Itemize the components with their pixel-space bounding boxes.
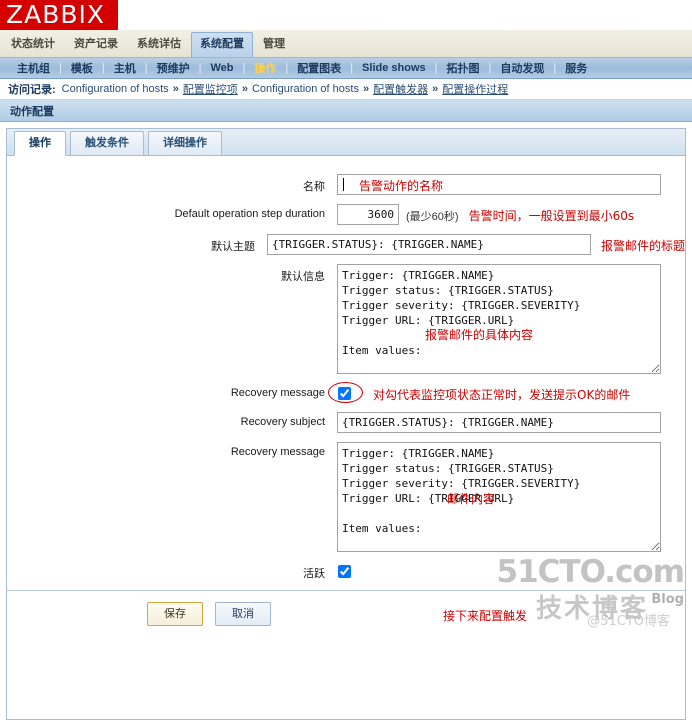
main-menu-item-3[interactable]: 系统配置 [191,32,253,57]
recovery-message-checkbox[interactable] [338,387,351,400]
sub-menu-separator: | [434,62,438,74]
action-config-card: 操作 触发条件 详细操作 名称 告警动作的名称 Default operation … [6,128,686,720]
note-duration: 告警时间，一般设置到最小60s [468,209,635,223]
sub-menu-item-9[interactable]: 自动发现 [491,60,553,76]
note-recovery-toggle: 对勾代表监控项状态正常时，发送提示OK的邮件 [373,388,631,402]
tab-0[interactable]: 操作 [14,131,66,156]
sub-menu-item-2[interactable]: 主机 [105,60,145,76]
breadcrumb-separator: » [432,83,439,95]
sub-menu-item-0[interactable]: 主机组 [8,60,59,76]
form-row-default-subject: 默认主题 报警邮件的标题 [7,234,685,255]
breadcrumb: 访问记录: Configuration of hosts» 配置监控项» Confi… [0,79,692,100]
sub-menu-separator: | [101,62,105,74]
sub-menu-item-1[interactable]: 模板 [62,60,102,76]
form-row-duration: Default operation step duration (最少60秒) … [7,204,685,225]
label-default-subject: 默认主题 [210,241,255,253]
sub-menu-item-8[interactable]: 拓扑图 [437,60,488,76]
text-cursor [343,178,344,191]
form-row-recovery-message: Recovery message 邮件内容 [7,442,685,552]
main-menu-item-2[interactable]: 系统详估 [128,32,190,57]
tab-bar: 操作 触发条件 详细操作 [7,129,685,156]
sub-menu-separator: | [285,62,289,74]
form-row-name: 名称 告警动作的名称 [7,174,685,195]
logo-text: ZABBIX [6,0,106,29]
recovery-subject-input[interactable] [337,412,661,433]
enabled-checkbox[interactable] [338,565,351,578]
form-row-enabled: 活跃 [7,561,685,581]
tab-1[interactable]: 触发条件 [70,131,144,155]
sub-menu-separator: | [198,62,202,74]
form-row-default-message: 默认信息 报警邮件的具体内容 [7,264,685,374]
note-buttons: 接下来配置触发 [443,609,528,623]
breadcrumb-link-4[interactable]: 配置操作过程 [442,81,508,97]
label-duration: Default operation step duration [174,208,325,220]
main-menu-item-0[interactable]: 状态统计 [2,32,64,57]
sub-menu-separator: | [144,62,148,74]
sub-menu-bar: 主机组 | 模板 | 主机 | 预维护 | Web | 操作 | 配置图表 | Slide shows | 拓扑… [0,58,692,79]
main-menu-item-1[interactable]: 资产记录 [65,32,127,57]
recovery-message-textarea[interactable] [337,442,661,552]
duration-hint: (最少60秒) [406,211,459,223]
sub-menu-separator: | [59,62,62,74]
label-enabled: 活跃 [303,568,325,580]
breadcrumb-separator: » [362,83,370,95]
breadcrumb-link-3[interactable]: 配置触发器 [373,81,428,97]
page-title: 动作配置 [0,100,692,122]
action-form: 名称 告警动作的名称 Default operation step durati… [7,156,685,626]
breadcrumb-label: 访问记录: [8,84,56,96]
label-name: 名称 [303,181,325,193]
sub-menu-item-5[interactable]: 操作 [245,60,285,76]
default-message-textarea[interactable] [337,264,661,374]
form-row-recovery-toggle: Recovery message 对勾代表监控项状态正常时，发送提示OK的邮件 [7,382,685,403]
duration-input[interactable] [337,204,399,225]
sub-menu-separator: | [488,62,492,74]
breadcrumb-separator: » [241,83,248,95]
logo-bar: ZABBIX [0,0,692,30]
zabbix-logo[interactable]: ZABBIX [0,0,118,30]
label-recovery-subject: Recovery subject [240,416,325,428]
sub-menu-item-7[interactable]: Slide shows [353,62,435,74]
sub-menu-item-10[interactable]: 服务 [556,60,596,76]
breadcrumb-separator: » [172,83,179,95]
default-subject-input[interactable] [266,234,591,255]
sub-menu-item-6[interactable]: 配置图表 [288,60,350,76]
form-row-recovery-subject: Recovery subject [7,412,685,433]
cancel-button[interactable]: 取消 [215,602,271,626]
sub-menu-item-3[interactable]: 预维护 [148,60,199,76]
main-menu-item-4[interactable]: 管理 [254,32,294,57]
label-default-message: 默认信息 [281,271,325,283]
label-recovery-message: Recovery message [230,446,325,458]
main-menu-bar: 状态统计 资产记录 系统详估 系统配置 管理 [0,30,692,58]
sub-menu-item-4[interactable]: Web [201,62,242,74]
breadcrumb-link-1[interactable]: 配置监控项 [183,81,238,97]
breadcrumb-link-0[interactable]: Configuration of hosts [62,83,169,95]
sub-menu-separator: | [553,62,557,74]
label-recovery-toggle: Recovery message [230,387,325,399]
note-default-subject: 报警邮件的标题 [600,239,685,253]
tab-2[interactable]: 详细操作 [148,131,222,155]
breadcrumb-link-2[interactable]: Configuration of hosts [252,83,359,95]
sub-menu-separator: | [242,62,246,74]
save-button[interactable]: 保存 [147,602,203,626]
name-input[interactable] [337,174,661,195]
button-row: 保存 取消 接下来配置触发 [147,592,685,626]
sub-menu-separator: | [350,62,354,74]
